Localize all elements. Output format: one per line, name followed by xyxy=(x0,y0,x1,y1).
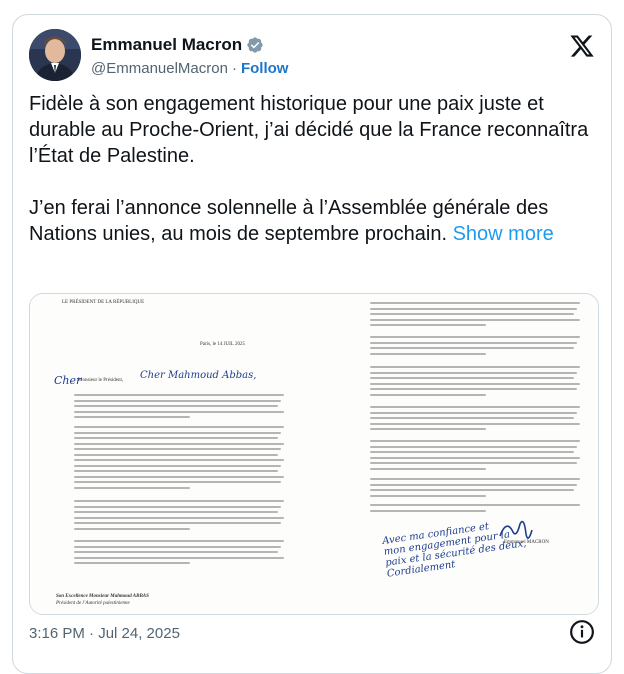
letter-page-right: Avec ma confiance et mon engagement pour … xyxy=(314,294,598,614)
letter-text-line xyxy=(370,352,486,355)
letter-text-line xyxy=(370,366,580,368)
letter-text-line xyxy=(370,456,580,459)
follow-button[interactable]: Follow xyxy=(241,60,289,77)
letter-text-line xyxy=(370,489,574,491)
letter-text-line xyxy=(370,382,580,385)
letter-text-line xyxy=(370,347,574,349)
letter-text-line xyxy=(370,377,574,379)
letter-addressee-line2: Président de l’Autorité palestinienne xyxy=(56,601,130,606)
letter-text-line xyxy=(74,511,278,513)
letter-text-line xyxy=(74,442,284,445)
letter-text-line xyxy=(370,478,580,480)
letter-text-line xyxy=(370,504,580,506)
letter-text-line xyxy=(74,545,281,548)
letter-text-line xyxy=(74,416,190,418)
letter-text-line xyxy=(74,410,284,413)
letter-text-line xyxy=(74,505,281,508)
tweet-paragraph-2: J’en ferai l’annonce solennelle à l’Asse… xyxy=(29,195,599,247)
letter-text-line xyxy=(74,453,278,456)
x-logo-icon[interactable] xyxy=(569,33,595,59)
letter-text-line xyxy=(74,486,190,489)
letter-text-line xyxy=(74,405,278,407)
handle-separator: · xyxy=(231,60,237,77)
letter-salutation: Monsieur le Président, xyxy=(78,378,124,383)
tweet-text: Fidèle à son engagement historique pour … xyxy=(29,91,599,247)
letter-text-line xyxy=(74,551,278,553)
info-icon[interactable] xyxy=(569,619,595,645)
letter-text-line xyxy=(74,426,284,428)
tweet-paragraph-1: Fidèle à son engagement historique pour … xyxy=(29,93,589,167)
letter-image[interactable]: LE PRÉSIDENT DE LA RÉPUBLIQUE Paris, le … xyxy=(29,293,599,615)
letter-place-date: Paris, le 14 JUIL 2025 xyxy=(200,342,245,347)
letter-text-line xyxy=(370,302,580,304)
verified-badge-icon xyxy=(247,37,263,53)
letter-text-line xyxy=(370,451,574,453)
letter-signature-name: Emmanuel MACRON xyxy=(504,540,549,545)
letter-text-line xyxy=(74,562,190,564)
letter-text-line xyxy=(74,522,281,524)
letter-text-line xyxy=(74,540,284,542)
letter-page-left: LE PRÉSIDENT DE LA RÉPUBLIQUE Paris, le … xyxy=(30,294,315,614)
letter-text-line xyxy=(370,462,577,464)
letter-text-line xyxy=(74,556,284,559)
letter-text-line xyxy=(370,428,486,430)
letter-text-line xyxy=(370,509,486,512)
author-handle[interactable]: @EmmanuelMacron xyxy=(91,60,228,77)
letter-text-line xyxy=(74,394,284,396)
letter-text-line xyxy=(74,448,281,450)
letter-text-line xyxy=(74,516,284,519)
letter-text-line xyxy=(370,313,574,315)
letter-text-line xyxy=(74,464,281,467)
letter-text-line xyxy=(74,431,281,434)
letter-text-line xyxy=(74,527,190,530)
letter-text-line xyxy=(74,475,284,478)
letter-text-line xyxy=(74,470,278,472)
letter-text-line xyxy=(370,417,574,419)
tweet-card: Emmanuel Macron @EmmanuelMacron · Follow… xyxy=(12,14,612,674)
letter-text-line xyxy=(370,445,577,448)
letter-text-line xyxy=(370,318,580,321)
letter-text-line xyxy=(74,437,278,439)
letter-text-line xyxy=(370,371,577,374)
avatar[interactable] xyxy=(29,29,81,81)
letter-text-line xyxy=(370,406,580,408)
letter-text-line xyxy=(74,500,284,502)
tweet-timestamp[interactable]: 3:16 PM · Jul 24, 2025 xyxy=(29,625,180,642)
letter-text-line xyxy=(370,411,577,414)
letter-addressee-line1: Son Excellence Monsieur Mahmoud ABBAS xyxy=(56,594,149,599)
letter-handwritten-mark: Cher xyxy=(54,374,82,387)
letter-header: LE PRÉSIDENT DE LA RÉPUBLIQUE xyxy=(62,300,145,305)
letter-text-line xyxy=(370,341,577,344)
letter-handwritten-greeting: Cher Mahmoud Abbas, xyxy=(140,370,257,381)
letter-text-line xyxy=(74,481,281,483)
letter-text-line xyxy=(370,467,486,470)
show-more-link[interactable]: Show more xyxy=(453,223,554,245)
letter-text-line xyxy=(370,422,580,425)
letter-text-line xyxy=(74,399,281,402)
letter-text-line xyxy=(74,459,284,461)
letter-text-line xyxy=(370,393,486,396)
letter-text-line xyxy=(370,336,580,338)
letter-text-line xyxy=(370,483,577,486)
letter-text-line xyxy=(370,388,577,390)
letter-text-line xyxy=(370,440,580,442)
letter-text-line xyxy=(370,324,486,326)
letter-text-line xyxy=(370,494,486,497)
author-name[interactable]: Emmanuel Macron xyxy=(91,35,242,55)
letter-text-line xyxy=(370,307,577,310)
